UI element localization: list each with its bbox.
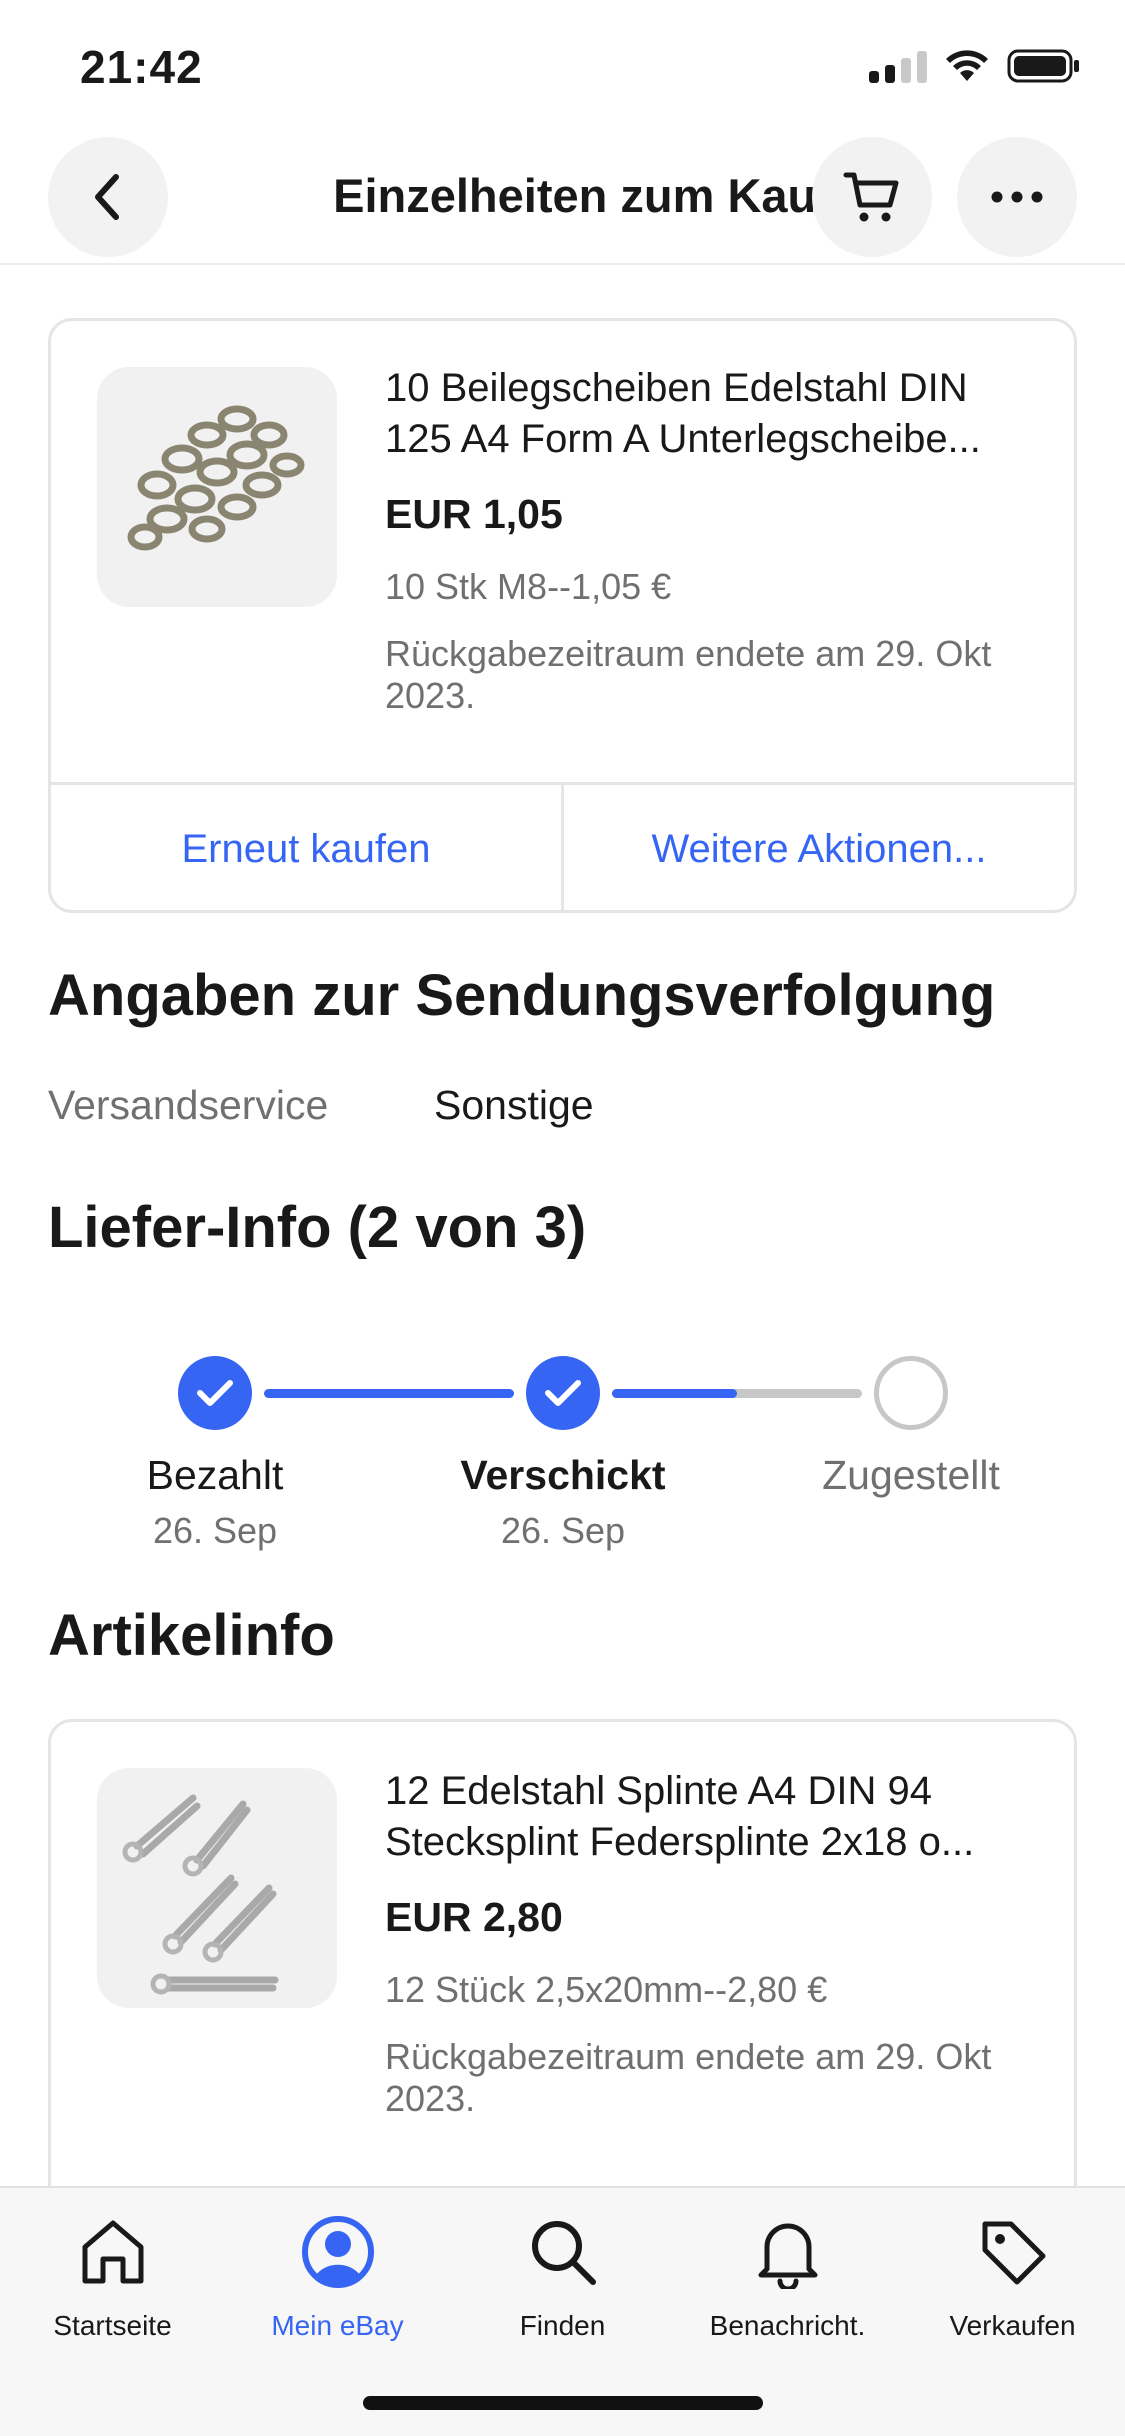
- status-time: 21:42: [80, 41, 203, 93]
- cotter-pins-image: [122, 1794, 279, 1995]
- more-horizontal-icon: [991, 191, 1043, 203]
- battery-icon: [1007, 49, 1079, 83]
- article-info-heading: Artikelinfo: [48, 1603, 335, 1668]
- tracking-heading: Angaben zur Sendungsverfolgung: [48, 963, 996, 1028]
- cart-icon: [843, 172, 899, 222]
- washers-image: [127, 405, 305, 551]
- wifi-icon: [946, 50, 988, 81]
- buy-again-button[interactable]: Erneut kaufen: [51, 785, 561, 910]
- tab-my-ebay[interactable]: Mein eBay: [225, 2212, 450, 2342]
- step-paid-date: 26. Sep: [152, 1510, 278, 1551]
- tab-notifications[interactable]: Benachricht.: [675, 2212, 900, 2342]
- bell-icon: [758, 2223, 817, 2289]
- order-item-card: 10 Beilegscheiben Edelstahl DIN 125 A4 F…: [48, 318, 1077, 913]
- step-paid-check-icon: [178, 1356, 252, 1430]
- shipping-service-value: Sonstige: [434, 1082, 594, 1128]
- tab-search-label: Finden: [519, 2310, 606, 2341]
- delivery-heading: Liefer-Info (2 von 3): [48, 1195, 587, 1260]
- tab-search[interactable]: Finden: [450, 2212, 675, 2342]
- step-delivered-circle-icon: [874, 1356, 948, 1430]
- search-icon: [531, 2221, 596, 2285]
- shipping-service-label: Versandservice: [48, 1082, 329, 1128]
- item-variant: 10 Stk M8--1,05 €: [385, 566, 672, 607]
- item-price: EUR 1,05: [385, 491, 563, 537]
- top-navigation: Einzelheiten zum Kauf: [0, 130, 1125, 265]
- tab-my-ebay-label: Mein eBay: [271, 2310, 404, 2341]
- status-icons: [869, 48, 1081, 84]
- cart-button[interactable]: [812, 137, 932, 257]
- item-variant: 12 Stück 2,5x20mm--2,80 €: [385, 1969, 828, 2010]
- card-actions: Erneut kaufen Weitere Aktionen...: [51, 782, 1074, 910]
- step-shipped-date: 26. Sep: [500, 1510, 626, 1551]
- progress-segment-1: [264, 1389, 514, 1398]
- home-indicator[interactable]: [363, 2396, 763, 2410]
- more-actions-button[interactable]: Weitere Aktionen...: [561, 785, 1074, 910]
- tag-icon: [982, 2221, 1045, 2285]
- progress-segment-2-fill: [612, 1389, 737, 1398]
- delivery-progress-tracker: Bezahlt 26. Sep Verschickt 26. Sep Zuges…: [0, 1340, 1125, 1580]
- home-icon: [82, 2220, 143, 2284]
- tab-sell[interactable]: Verkaufen: [900, 2212, 1125, 2342]
- page-title-text: Einzelheiten zum Kauf: [333, 169, 832, 222]
- item-price: EUR 2,80: [385, 1894, 563, 1940]
- return-period-info: Rückgabezeitraum endete am 29. Okt 2023.: [385, 2036, 992, 2119]
- user-icon: [301, 2216, 374, 2288]
- purchase-details-screen: 21:42 Einzelheiten zum Kauf 10 Beilegsch…: [0, 0, 1125, 2436]
- step-shipped-label: Verschickt: [460, 1452, 666, 1498]
- step-shipped-check-icon: [526, 1356, 600, 1430]
- step-delivered-label: Zugestellt: [822, 1452, 1000, 1498]
- tab-home-label: Startseite: [53, 2310, 172, 2341]
- more-options-button[interactable]: [957, 137, 1077, 257]
- item-image-cotter-pins[interactable]: [97, 1768, 337, 2008]
- tab-notifications-label: Benachricht.: [709, 2310, 866, 2341]
- status-bar: 21:42: [0, 0, 1125, 130]
- return-period-info: Rückgabezeitraum endete am 29. Okt 2023.: [385, 633, 992, 716]
- tab-home[interactable]: Startseite: [0, 2212, 225, 2342]
- item-title[interactable]: 12 Edelstahl Splinte A4 DIN 94 Steckspli…: [385, 1766, 1045, 1868]
- step-paid-label: Bezahlt: [146, 1452, 284, 1498]
- progress-segment-2: [612, 1389, 862, 1398]
- item-image-washers[interactable]: [97, 367, 337, 607]
- cellular-signal-icon: [869, 49, 927, 83]
- tab-sell-label: Verkaufen: [949, 2310, 1076, 2341]
- item-title[interactable]: 10 Beilegscheiben Edelstahl DIN 125 A4 F…: [385, 363, 1045, 465]
